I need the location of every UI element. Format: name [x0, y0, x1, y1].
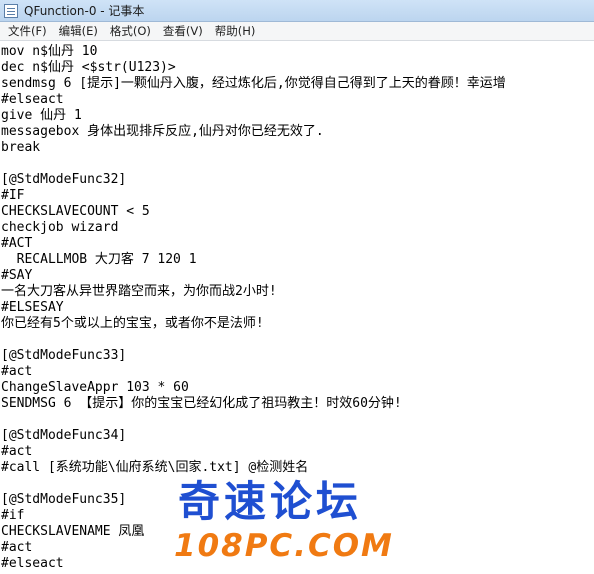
menu-bar: 文件(F) 编辑(E) 格式(O) 查看(V) 帮助(H) — [0, 22, 594, 41]
code-line: #act — [1, 444, 33, 459]
code-line: [@StdModeFunc35] — [1, 492, 127, 507]
code-line: #elseact — [1, 92, 64, 107]
code-line: dec n$仙丹 <$str(U123)> — [1, 60, 176, 75]
code-line: [@StdModeFunc32] — [1, 172, 127, 187]
code-line: sendmsg 6 [提示]一颗仙丹入腹，经过炼化后,你觉得自己得到了上天的眷顾… — [1, 76, 506, 91]
code-line: mov n$仙丹 10 — [1, 44, 98, 59]
title-bar: QFunction-0 - 记事本 — [0, 0, 594, 22]
code-line: [@StdModeFunc34] — [1, 428, 127, 443]
code-line: #IF — [1, 188, 25, 203]
code-line: #call [系统功能\仙府系统\回家.txt] @检测姓名 — [1, 460, 309, 475]
code-line: SENDMSG 6 【提示】你的宝宝已经幻化成了祖玛教主！时效60分钟! — [1, 396, 402, 411]
code-line: give 仙丹 1 — [1, 108, 82, 123]
code-line: checkjob wizard — [1, 220, 119, 235]
code-line: #act — [1, 540, 33, 555]
code-line: [@StdModeFunc33] — [1, 348, 127, 363]
code-line: messagebox 身体出现排斥反应,仙丹对你已经无效了. — [1, 124, 324, 139]
menu-file[interactable]: 文件(F) — [2, 22, 53, 41]
menu-help[interactable]: 帮助(H) — [209, 22, 262, 41]
code-line: #ELSESAY — [1, 300, 64, 315]
code-line: ChangeSlaveAppr 103 * 60 — [1, 380, 189, 395]
notepad-icon — [4, 3, 18, 18]
code-line: 你已经有5个或以上的宝宝，或者你不是法师! — [1, 316, 264, 331]
code-line: RECALLMOB 大刀客 7 120 1 — [1, 252, 197, 267]
code-line: 一名大刀客从异世界踏空而来，为你而战2小时! — [1, 284, 277, 299]
code-line: #SAY — [1, 268, 33, 283]
code-line: #act — [1, 364, 33, 379]
menu-view[interactable]: 查看(V) — [157, 22, 209, 41]
code-line: #if — [1, 508, 25, 523]
code-line: CHECKSLAVENAME 凤凰 — [1, 524, 145, 539]
code-line: #ACT — [1, 236, 33, 251]
menu-edit[interactable]: 编辑(E) — [53, 22, 104, 41]
text-editor-area[interactable]: mov n$仙丹 10 dec n$仙丹 <$str(U123)> sendmsg … — [0, 42, 594, 574]
code-line: CHECKSLAVECOUNT < 5 — [1, 204, 150, 219]
code-line: break — [1, 140, 41, 155]
window-title: QFunction-0 - 记事本 — [24, 4, 145, 18]
code-line: #elseact — [1, 556, 64, 571]
menu-format[interactable]: 格式(O) — [104, 22, 157, 41]
